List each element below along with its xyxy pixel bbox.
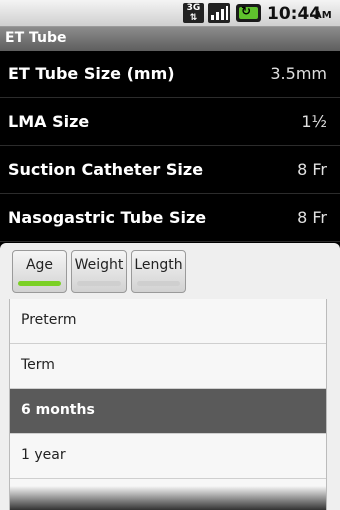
- option-label: 6 months: [21, 402, 95, 418]
- list-fade-edge: [10, 486, 326, 510]
- size-row-nasogastric-tube[interactable]: Nasogastric Tube Size 8 Fr: [0, 195, 340, 242]
- tab-indicator: [137, 281, 180, 286]
- signal-strength-icon: [208, 3, 230, 23]
- list-item-selected[interactable]: 6 months: [10, 389, 326, 434]
- selector-panel: Age Weight Length Preterm Term 6 months …: [0, 243, 340, 510]
- tab-length[interactable]: Length: [131, 250, 186, 293]
- app-title-bar: ET Tube: [0, 27, 340, 51]
- size-row-et-tube[interactable]: ET Tube Size (mm) 3.5mm: [0, 51, 340, 98]
- tab-indicator: [18, 281, 61, 286]
- network-type: 3G: [186, 3, 201, 13]
- size-value: 1½: [301, 112, 327, 131]
- clock-ampm: AM: [314, 10, 332, 21]
- size-label: Suction Catheter Size: [8, 160, 204, 179]
- size-row-lma[interactable]: LMA Size 1½: [0, 99, 340, 146]
- size-value: 8 Fr: [297, 208, 327, 227]
- tab-weight[interactable]: Weight: [71, 250, 127, 293]
- list-item[interactable]: Preterm: [10, 299, 326, 344]
- network-3g-icon: 3G ⇅: [183, 3, 204, 23]
- size-label: LMA Size: [8, 112, 90, 131]
- size-label: Nasogastric Tube Size: [8, 208, 207, 227]
- option-label: 1 year: [21, 447, 66, 463]
- list-item[interactable]: 1 year: [10, 434, 326, 479]
- tab-label: Length: [134, 257, 183, 273]
- tab-indicator: [77, 281, 121, 286]
- tab-label: Weight: [74, 257, 124, 273]
- tab-label: Age: [25, 257, 54, 273]
- size-row-suction-catheter[interactable]: Suction Catheter Size 8 Fr: [0, 147, 340, 194]
- size-label: ET Tube Size (mm): [8, 64, 175, 83]
- option-label: Preterm: [21, 312, 77, 328]
- battery-icon: ↻: [236, 4, 261, 22]
- status-bar: 3G ⇅ ↻ 10:44 AM: [0, 0, 340, 27]
- clock-time: 10:44: [267, 4, 322, 24]
- app-title: ET Tube: [5, 30, 67, 46]
- tab-age[interactable]: Age: [12, 250, 67, 293]
- option-label: Term: [21, 357, 55, 373]
- list-item[interactable]: Term: [10, 344, 326, 389]
- size-value: 3.5mm: [270, 64, 327, 83]
- age-picker-list[interactable]: Preterm Term 6 months 1 year: [9, 299, 327, 510]
- size-value: 8 Fr: [297, 160, 327, 179]
